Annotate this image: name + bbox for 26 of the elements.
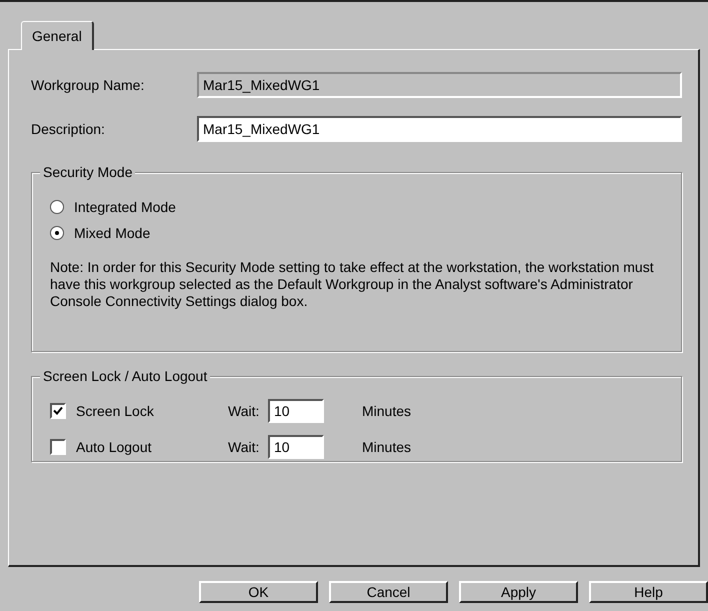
general-tab[interactable]: General: [21, 21, 94, 50]
radio-button[interactable]: [50, 200, 64, 214]
minutes-field[interactable]: 10: [268, 399, 324, 423]
note-text: Note: In order for this Security Mode setting to take effect at the workstation, the workstation must have this workgroup selected as the Default Workgroup in the Analyst software's Administrator Console Connectivity Settings dialog box.: [50, 259, 655, 310]
field-label: Description:: [31, 121, 106, 137]
text-field[interactable]: Mar15_MixedWG1: [197, 116, 682, 142]
radio-label: Mixed Mode: [74, 225, 150, 241]
dialog-button[interactable]: Apply: [459, 581, 578, 603]
check-icon: [53, 406, 63, 416]
group-title: Screen Lock / Auto Logout: [40, 368, 210, 384]
checkbox-label: Auto Logout: [76, 439, 153, 455]
dialog-button[interactable]: Help: [589, 581, 708, 603]
checkbox-label: Screen Lock: [76, 403, 155, 419]
wait-label: Wait:: [228, 439, 260, 455]
field-label: Workgroup Name:: [31, 77, 146, 93]
dialog-button[interactable]: Cancel: [329, 581, 448, 603]
checkbox[interactable]: [50, 403, 66, 419]
dialog-button[interactable]: OK: [199, 581, 318, 603]
checkbox[interactable]: [50, 439, 66, 455]
radio-label: Integrated Mode: [74, 199, 176, 215]
group-title: Security Mode: [40, 164, 136, 180]
minutes-field[interactable]: 10: [268, 435, 324, 459]
unit-label: Minutes: [362, 439, 412, 455]
unit-label: Minutes: [362, 403, 412, 419]
wait-label: Wait:: [228, 403, 260, 419]
radio-button[interactable]: [50, 226, 64, 240]
